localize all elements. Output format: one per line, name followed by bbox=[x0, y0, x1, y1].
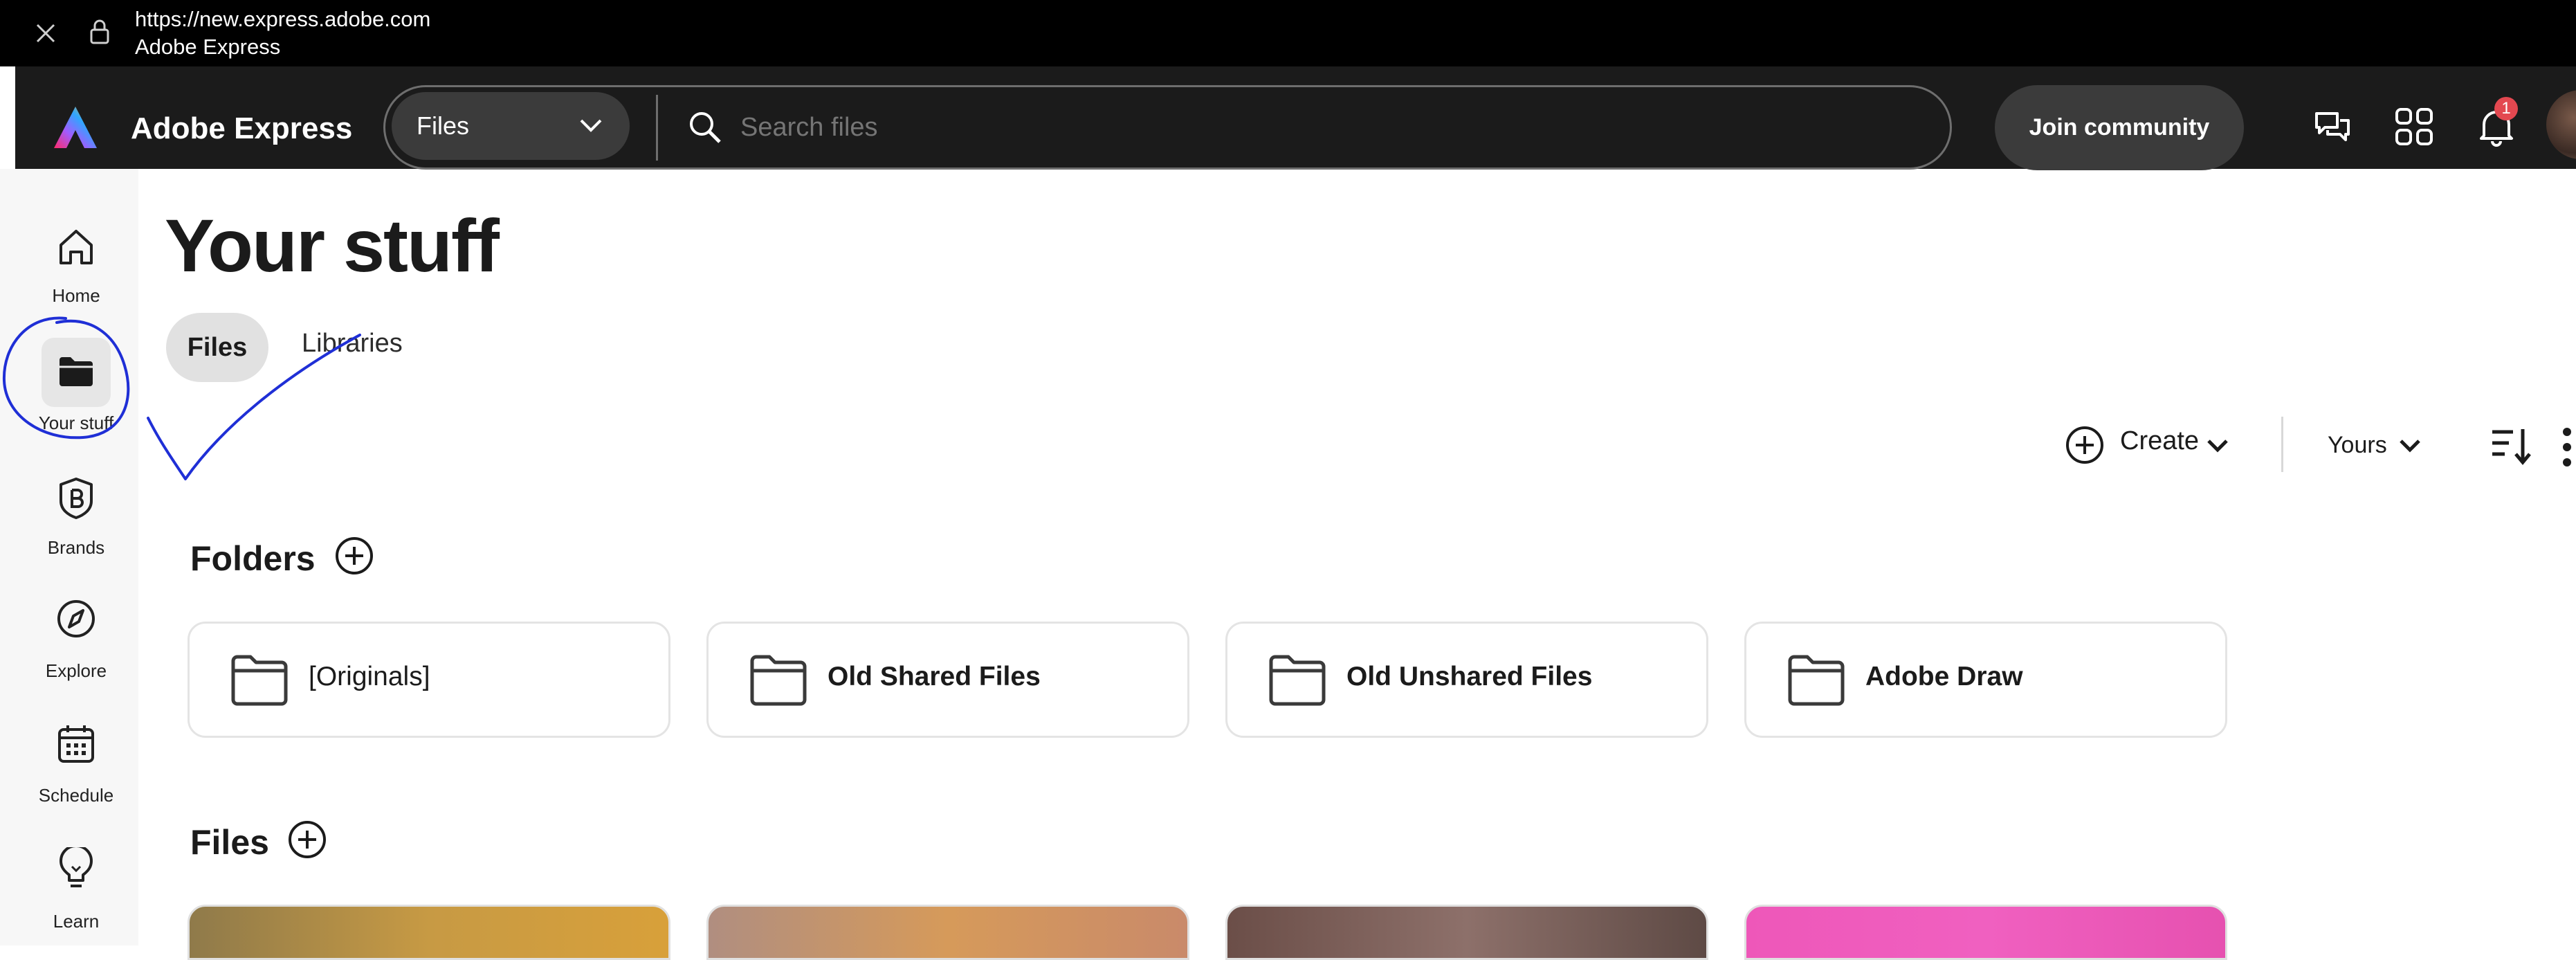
annotation-ink bbox=[2, 316, 361, 480]
lock-icon bbox=[90, 19, 109, 44]
files-heading: Files bbox=[190, 823, 269, 862]
owner-filter-label: Yours bbox=[2328, 432, 2387, 458]
search-icon bbox=[690, 112, 721, 143]
url-text[interactable]: https://new.express.adobe.com bbox=[135, 7, 430, 32]
sidebar-item-schedule[interactable]: Schedule bbox=[0, 723, 152, 813]
folder-outline-icon bbox=[1269, 655, 1326, 706]
create-button[interactable]: Create bbox=[2062, 422, 2242, 465]
folder-name: [Originals] bbox=[309, 662, 430, 691]
sidebar-item-label: Home bbox=[52, 285, 100, 306]
page-title: Your stuff bbox=[165, 203, 500, 287]
file-thumbnail[interactable] bbox=[188, 905, 670, 960]
browser-title-bar: https://new.express.adobe.com Adobe Expr… bbox=[0, 0, 2576, 66]
search-divider bbox=[656, 95, 658, 161]
apps-grid-icon[interactable] bbox=[2394, 107, 2434, 147]
add-circle-icon bbox=[2066, 426, 2103, 464]
folder-outline-icon bbox=[750, 655, 807, 706]
home-icon bbox=[60, 230, 93, 264]
app-name[interactable]: Adobe Express bbox=[131, 111, 352, 146]
sidebar-item-home[interactable]: Home bbox=[0, 220, 152, 310]
sort-icon[interactable] bbox=[2490, 425, 2532, 467]
folder-name: Old Shared Files bbox=[828, 662, 1041, 691]
folder-card[interactable]: [Originals] bbox=[188, 622, 670, 738]
folder-name: Old Unshared Files bbox=[1346, 662, 1593, 691]
chevron-down-icon bbox=[2207, 440, 2228, 453]
create-label: Create bbox=[2120, 426, 2200, 455]
add-folder-icon[interactable] bbox=[334, 535, 375, 577]
page-tab-title: Adobe Express bbox=[135, 35, 281, 59]
file-thumbnail[interactable] bbox=[1225, 905, 1708, 960]
join-community-button[interactable]: Join community bbox=[1995, 85, 2244, 170]
file-thumbnail[interactable] bbox=[1744, 905, 2227, 960]
folder-card[interactable]: Old Shared Files bbox=[706, 622, 1189, 738]
add-file-icon[interactable] bbox=[286, 819, 328, 860]
search-scope-label: Files bbox=[417, 111, 470, 140]
folder-name: Adobe Draw bbox=[1865, 662, 2023, 691]
sidebar-item-label: Learn bbox=[53, 911, 100, 932]
lightbulb-icon bbox=[60, 847, 93, 887]
sidebar-item-label: Schedule bbox=[38, 785, 114, 806]
sidebar-item-brands[interactable]: Brands bbox=[0, 476, 152, 566]
compass-icon bbox=[57, 600, 95, 637]
notification-badge: 1 bbox=[2494, 97, 2518, 120]
calendar-icon bbox=[58, 725, 94, 763]
sidebar-item-explore[interactable]: Explore bbox=[0, 598, 152, 688]
sidebar-item-learn[interactable]: Learn bbox=[0, 847, 152, 937]
search-scope-dropdown[interactable]: Files bbox=[392, 92, 630, 160]
close-icon[interactable] bbox=[33, 21, 58, 46]
folder-outline-icon bbox=[1788, 655, 1845, 706]
chevron-down-icon bbox=[580, 119, 602, 132]
search-input[interactable] bbox=[739, 105, 1918, 150]
folder-card[interactable]: Old Unshared Files bbox=[1225, 622, 1708, 738]
sidebar-item-label: Brands bbox=[47, 537, 105, 558]
folders-heading: Folders bbox=[190, 539, 316, 578]
sidebar-item-label: Explore bbox=[45, 660, 107, 681]
chevron-down-icon bbox=[2400, 440, 2420, 453]
folder-outline-icon bbox=[231, 655, 288, 706]
file-thumbnail[interactable] bbox=[706, 905, 1189, 960]
chat-icon[interactable] bbox=[2312, 108, 2353, 147]
owner-filter-dropdown[interactable]: Yours bbox=[2325, 425, 2436, 465]
folder-card[interactable]: Adobe Draw bbox=[1744, 622, 2227, 738]
more-options-icon[interactable] bbox=[2560, 426, 2574, 468]
adobe-express-logo[interactable] bbox=[53, 105, 98, 150]
toolbar-divider bbox=[2281, 417, 2283, 472]
